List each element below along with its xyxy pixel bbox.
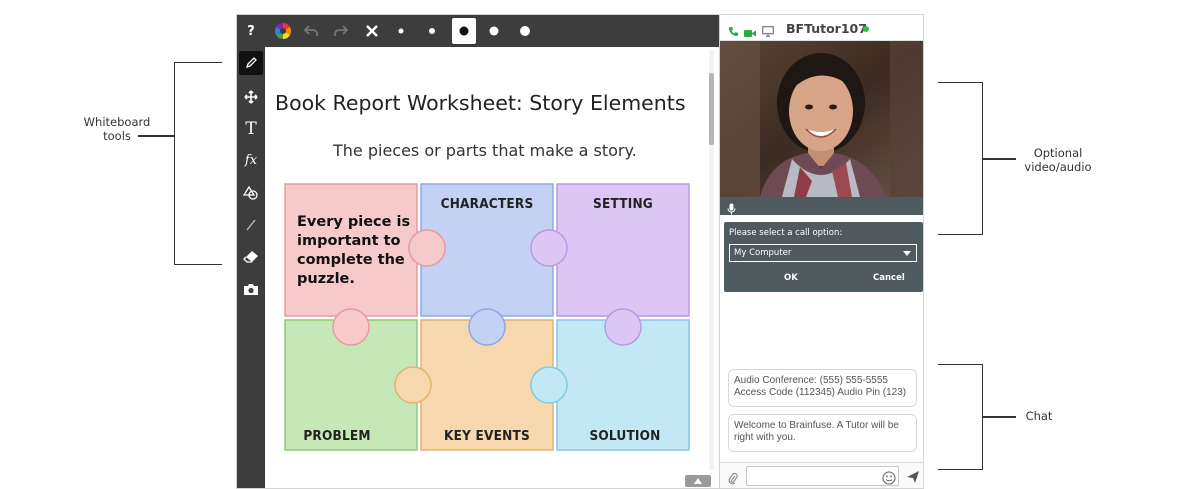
puzzle-knob-key-events-left — [394, 366, 432, 404]
call-option-dialog: Please select a call option: My Computer… — [724, 222, 923, 292]
text-icon[interactable]: T — [239, 117, 263, 141]
whiteboard-tools-pointer — [138, 135, 175, 137]
chat-message-audio-conference: Audio Conference: (555) 555-5555 Access … — [728, 369, 917, 407]
chat-message-welcome: Welcome to Brainfuse. A Tutor will be ri… — [728, 414, 917, 452]
label-solution: SOLUTION — [589, 428, 660, 444]
video-audio-callout-line-2: video/audio — [1024, 160, 1092, 174]
shapes-icon[interactable] — [239, 181, 263, 205]
brush-size-2-icon[interactable] — [422, 19, 442, 43]
audio-bar — [720, 197, 923, 215]
whiteboard-top-toolbar: ? — [237, 15, 719, 47]
move-icon[interactable] — [239, 85, 263, 109]
chevron-down-icon — [903, 251, 911, 256]
label-key-events: KEY EVENTS — [444, 428, 530, 444]
chat-pointer — [983, 416, 1016, 418]
emoji-icon[interactable] — [882, 470, 896, 488]
brush-size-3-icon[interactable] — [452, 18, 476, 44]
cancel-button[interactable]: Cancel — [873, 273, 905, 283]
whiteboard-tools-callout-line-1: Whiteboard — [83, 115, 151, 129]
tutor-panel-header: BFTutor107 — [720, 15, 923, 42]
phone-icon[interactable] — [728, 22, 739, 41]
paperclip-icon[interactable] — [728, 470, 738, 488]
label-problem: PROBLEM — [303, 428, 370, 444]
puzzle-knob-setting-bottom — [604, 308, 642, 346]
call-option-select[interactable]: My Computer — [729, 244, 917, 262]
line-icon[interactable] — [239, 213, 263, 237]
chat-input-bar — [720, 462, 923, 488]
formula-icon[interactable]: fx — [239, 148, 263, 172]
video-camera-icon[interactable] — [744, 23, 756, 42]
tutoring-app-window: ? T fx Book Report Worksheet: Story Elem… — [236, 14, 924, 489]
close-icon[interactable] — [360, 19, 384, 43]
whiteboard-tools-callout: Whiteboard tools — [72, 115, 162, 143]
help-icon[interactable]: ? — [241, 19, 261, 43]
scroll-up-button[interactable] — [685, 475, 711, 487]
video-audio-callout: Optional video/audio — [1012, 146, 1104, 174]
video-audio-bracket — [938, 82, 983, 235]
puzzle-intro-text: Every piece is important to complete the… — [297, 214, 411, 287]
microphone-icon[interactable] — [727, 200, 736, 219]
help-label: ? — [247, 23, 255, 39]
puzzle-knob-solution-left — [530, 366, 568, 404]
eraser-icon[interactable] — [239, 245, 263, 269]
call-option-value: My Computer — [734, 248, 792, 258]
screenshot-stage: Whiteboard tools Optional video/audio Ch… — [0, 0, 1200, 489]
chat-bracket — [938, 364, 983, 470]
worksheet-title: Book Report Worksheet: Story Elements — [275, 91, 686, 115]
call-option-prompt: Please select a call option: — [729, 228, 843, 238]
chat-callout: Chat — [1025, 409, 1053, 423]
brush-size-5-icon[interactable] — [515, 19, 535, 43]
whiteboard-left-toolbar: T fx — [237, 47, 265, 488]
online-status-dot — [863, 26, 869, 32]
whiteboard-tools-bracket — [174, 62, 222, 265]
tutor-name: BFTutor107 — [786, 21, 867, 36]
color-wheel-icon[interactable] — [271, 19, 295, 43]
screen-icon[interactable] — [762, 22, 774, 41]
pencil-icon[interactable] — [239, 51, 263, 75]
brush-size-1-icon[interactable] — [391, 19, 411, 43]
ok-button[interactable]: OK — [784, 273, 798, 283]
video-audio-callout-line-1: Optional — [1033, 146, 1083, 160]
chat-message-input[interactable] — [746, 466, 899, 486]
arrow-up-icon — [694, 478, 702, 484]
tutor-panel: BFTutor107 Please select a call option: … — [719, 15, 923, 488]
puzzle-knob-characters-bottom — [468, 308, 506, 346]
puzzle-knob-setting-left — [530, 229, 568, 267]
label-setting: SETTING — [593, 196, 653, 212]
tutor-video-feed — [720, 41, 923, 197]
undo-icon[interactable] — [299, 19, 323, 43]
redo-icon[interactable] — [329, 19, 353, 43]
send-icon[interactable] — [906, 469, 920, 488]
worksheet-subtitle: The pieces or parts that make a story. — [333, 141, 637, 160]
camera-icon[interactable] — [239, 277, 263, 301]
brush-size-4-icon[interactable] — [484, 19, 504, 43]
label-characters: CHARACTERS — [441, 196, 534, 212]
puzzle-knob-intro-bottom — [332, 308, 370, 346]
